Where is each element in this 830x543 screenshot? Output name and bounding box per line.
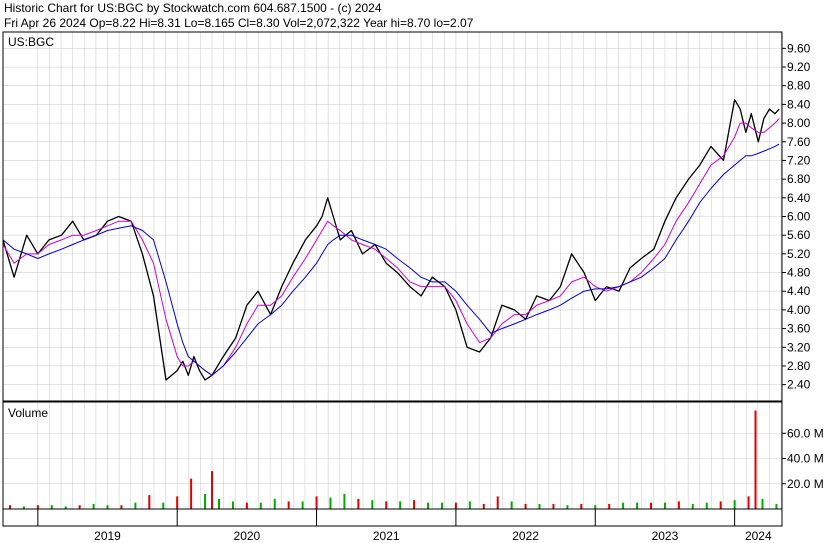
moving-average-short-line xyxy=(2,118,780,376)
volume-bar xyxy=(211,471,214,509)
volume-bar xyxy=(134,502,137,509)
price-tick-label: 7.20 xyxy=(787,153,811,167)
volume-bar xyxy=(705,502,708,509)
volume-bar xyxy=(468,501,471,509)
year-label: 2024 xyxy=(745,529,772,543)
volume-bar xyxy=(259,502,262,509)
year-label: 2023 xyxy=(652,529,679,543)
volume-tick-label: 20.0 M xyxy=(787,477,824,491)
volume-bar xyxy=(315,496,318,509)
price-tick-label: 8.80 xyxy=(787,79,811,93)
volume-bar xyxy=(454,502,457,509)
volume-bar xyxy=(218,498,221,509)
volume-bar xyxy=(343,493,346,509)
volume-bar xyxy=(190,478,193,509)
price-tick-label: 4.00 xyxy=(787,303,811,317)
volume-bar xyxy=(301,501,304,509)
volume-bar xyxy=(176,496,179,509)
volume-bar xyxy=(106,505,109,509)
volume-bar xyxy=(427,502,430,509)
volume-tick-label: 40.0 M xyxy=(787,452,824,466)
moving-average-long-line xyxy=(2,143,780,376)
volume-bar xyxy=(8,505,11,509)
volume-bar xyxy=(371,500,374,509)
price-tick-label: 8.40 xyxy=(787,97,811,111)
volume-bar xyxy=(538,503,541,509)
time-axis-frame xyxy=(2,508,783,527)
year-label: 2022 xyxy=(512,529,539,543)
volume-bar xyxy=(747,496,750,509)
volume-bar xyxy=(552,503,555,509)
price-tick-label: 2.80 xyxy=(787,359,811,373)
volume-bar xyxy=(719,501,722,509)
volume-bar xyxy=(92,503,95,509)
volume-bar xyxy=(608,503,611,509)
volume-bar xyxy=(440,502,443,509)
chart-canvas: 9.60 9.20 8.80 8.40 8.00 7.60 7.20 6.80 6.40 6.00… xyxy=(2,31,824,543)
volume-bar xyxy=(385,501,388,509)
volume-bar xyxy=(36,505,39,509)
volume-bar xyxy=(691,503,694,509)
volume-bar xyxy=(231,501,234,509)
price-tick-label: 3.60 xyxy=(787,322,811,336)
price-tick-label: 8.00 xyxy=(787,116,811,130)
volume-bar xyxy=(510,501,513,509)
price-tick-label: 6.80 xyxy=(787,172,811,186)
volume-bar xyxy=(287,501,290,509)
volume-bar xyxy=(78,505,81,509)
year-label: 2020 xyxy=(234,529,261,543)
price-tick-label: 7.60 xyxy=(787,135,811,149)
volume-bar xyxy=(622,502,625,509)
volume-bar xyxy=(775,503,778,509)
volume-tick-label: 60.0 M xyxy=(787,426,824,440)
price-panel-label: US:BGC xyxy=(8,35,54,49)
volume-bar xyxy=(761,498,764,509)
volume-bar xyxy=(399,501,402,509)
volume-bar xyxy=(50,505,53,509)
volume-bar xyxy=(754,410,757,509)
volume-bar xyxy=(204,493,207,509)
volume-bar xyxy=(120,505,123,509)
price-tick-label: 6.40 xyxy=(787,191,811,205)
price-tick-label: 5.60 xyxy=(787,228,811,242)
volume-bar xyxy=(413,500,416,509)
price-tick-label: 4.80 xyxy=(787,266,811,280)
volume-bar xyxy=(329,497,332,509)
volume-bar xyxy=(733,500,736,509)
price-tick-label: 9.60 xyxy=(787,41,811,55)
volume-bar xyxy=(162,502,165,509)
year-label: 2019 xyxy=(94,529,121,543)
volume-bar xyxy=(663,502,666,509)
volume-bar xyxy=(677,501,680,509)
volume-bar xyxy=(566,505,569,509)
volume-bar xyxy=(357,498,360,509)
price-tick-label: 4.40 xyxy=(787,284,811,298)
volume-bar xyxy=(482,503,485,509)
price-tick-label: 5.20 xyxy=(787,247,811,261)
price-tick-label: 2.40 xyxy=(787,378,811,392)
volume-bar xyxy=(148,495,151,509)
volume-bar xyxy=(245,502,248,509)
price-tick-label: 3.20 xyxy=(787,340,811,354)
price-tick-label: 6.00 xyxy=(787,210,811,224)
volume-bar xyxy=(594,505,597,509)
stock-chart-page: Historic Chart for US:BGC by Stockwatch.… xyxy=(0,0,830,543)
volume-bar xyxy=(524,503,527,509)
year-label: 2021 xyxy=(373,529,400,543)
volume-bar xyxy=(273,498,276,509)
volume-bar xyxy=(636,502,639,509)
volume-panel-label: Volume xyxy=(8,406,48,420)
volume-bar xyxy=(650,502,653,509)
volume-bar xyxy=(580,503,583,509)
volume-bar xyxy=(496,496,499,509)
price-tick-label: 9.20 xyxy=(787,60,811,74)
